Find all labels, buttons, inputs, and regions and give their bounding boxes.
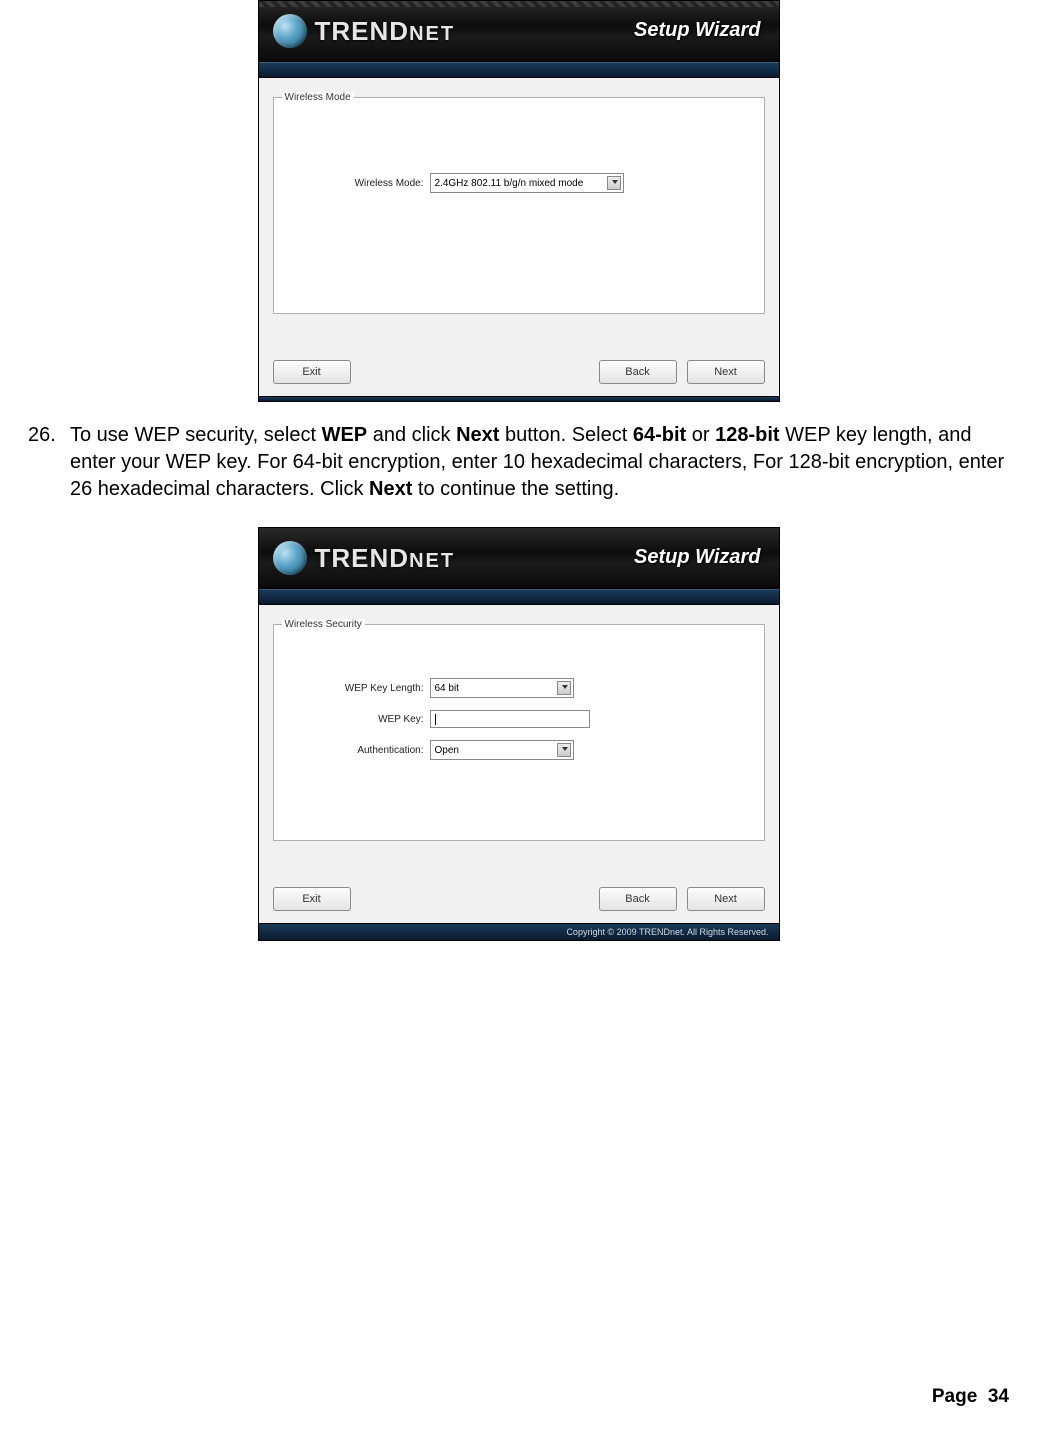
wizard-footer: Copyright © 2009 TRENDnet. All Rights Re… bbox=[259, 923, 779, 940]
exit-button-label: Exit bbox=[302, 893, 320, 905]
select-wireless-mode[interactable]: 2.4GHz 802.11 b/g/n mixed mode bbox=[430, 173, 624, 193]
row-authentication: Authentication: Open bbox=[314, 740, 764, 760]
brand-sub: NET bbox=[409, 550, 455, 572]
instruction-frag: or bbox=[686, 424, 715, 446]
brand-main: TREND bbox=[315, 16, 410, 46]
brand-text: TRENDNET bbox=[315, 543, 456, 574]
label-wep-key: WEP Key: bbox=[314, 714, 424, 725]
instruction-step-26: 26. To use WEP security, select WEP and … bbox=[28, 422, 1009, 503]
brand-main: TREND bbox=[315, 543, 410, 573]
wizard-wireless-mode: TRENDNET Setup Wizard Wireless Mode Wire… bbox=[258, 0, 780, 402]
label-wep-key-length: WEP Key Length: bbox=[314, 683, 424, 694]
wizard-title: Setup Wizard bbox=[634, 19, 761, 42]
instruction-bold-64bit: 64-bit bbox=[633, 424, 686, 446]
back-button-label: Back bbox=[625, 893, 649, 905]
back-button[interactable]: Back bbox=[599, 887, 677, 911]
header-decoration bbox=[259, 1, 779, 7]
wizard-button-bar: Exit Back Next bbox=[259, 352, 779, 396]
select-wep-key-length[interactable]: 64 bit bbox=[430, 678, 574, 698]
next-button-label: Next bbox=[714, 893, 737, 905]
select-authentication[interactable]: Open bbox=[430, 740, 574, 760]
exit-button[interactable]: Exit bbox=[273, 360, 351, 384]
wizard-body: Wireless Security WEP Key Length: 64 bit… bbox=[259, 605, 779, 879]
group-wireless-mode: Wireless Mode Wireless Mode: 2.4GHz 802.… bbox=[273, 92, 765, 314]
group-title: Wireless Mode bbox=[282, 92, 354, 103]
next-button[interactable]: Next bbox=[687, 887, 765, 911]
label-wireless-mode: Wireless Mode: bbox=[314, 178, 424, 189]
wizard-body: Wireless Mode Wireless Mode: 2.4GHz 802.… bbox=[259, 78, 779, 352]
row-wep-key-length: WEP Key Length: 64 bit bbox=[314, 678, 764, 698]
brand-sub: NET bbox=[409, 23, 455, 45]
wizard-title: Setup Wizard bbox=[634, 546, 761, 569]
brand-text: TRENDNET bbox=[315, 16, 456, 47]
instruction-frag: button. Select bbox=[499, 424, 632, 446]
next-button-label: Next bbox=[714, 366, 737, 378]
instruction-bold-next1: Next bbox=[456, 424, 499, 446]
exit-button-label: Exit bbox=[302, 366, 320, 378]
text-cursor-icon bbox=[435, 714, 436, 725]
group-title: Wireless Security bbox=[282, 619, 365, 630]
wizard-footer bbox=[259, 396, 779, 401]
exit-button[interactable]: Exit bbox=[273, 887, 351, 911]
wizard-button-bar: Exit Back Next bbox=[259, 879, 779, 923]
group-wireless-security: Wireless Security WEP Key Length: 64 bit… bbox=[273, 619, 765, 841]
input-wep-key[interactable] bbox=[430, 710, 590, 728]
brand-logo-icon bbox=[273, 541, 307, 575]
back-button[interactable]: Back bbox=[599, 360, 677, 384]
instruction-bold-wep: WEP bbox=[322, 424, 368, 446]
select-authentication-value: Open bbox=[435, 745, 459, 756]
copyright-text: Copyright © 2009 TRENDnet. All Rights Re… bbox=[566, 927, 768, 937]
brand-logo-icon bbox=[273, 14, 307, 48]
wizard-header: TRENDNET Setup Wizard bbox=[259, 1, 779, 62]
chevron-down-icon bbox=[562, 685, 568, 689]
page-number: 34 bbox=[988, 1386, 1009, 1407]
instruction-text: To use WEP security, select WEP and clic… bbox=[70, 422, 1009, 503]
back-button-label: Back bbox=[625, 366, 649, 378]
select-wep-key-length-value: 64 bit bbox=[435, 683, 459, 694]
instruction-bold-next2: Next bbox=[369, 478, 412, 500]
page-footer: Page 34 bbox=[932, 1386, 1009, 1408]
instruction-frag: To use WEP security, select bbox=[70, 424, 322, 446]
row-wep-key: WEP Key: bbox=[314, 710, 764, 728]
instruction-number: 26. bbox=[28, 422, 70, 503]
chevron-down-icon bbox=[612, 180, 618, 184]
header-divider bbox=[259, 62, 779, 78]
chevron-down-icon bbox=[562, 747, 568, 751]
page-label: Page bbox=[932, 1386, 977, 1407]
label-authentication: Authentication: bbox=[314, 745, 424, 756]
header-divider bbox=[259, 589, 779, 605]
select-wireless-mode-value: 2.4GHz 802.11 b/g/n mixed mode bbox=[435, 178, 584, 189]
instruction-bold-128bit: 128-bit bbox=[715, 424, 779, 446]
wizard-header: TRENDNET Setup Wizard bbox=[259, 528, 779, 589]
instruction-frag: and click bbox=[367, 424, 456, 446]
wizard-wireless-security: TRENDNET Setup Wizard Wireless Security … bbox=[258, 527, 780, 941]
instruction-frag: to continue the setting. bbox=[412, 478, 619, 500]
row-wireless-mode: Wireless Mode: 2.4GHz 802.11 b/g/n mixed… bbox=[314, 173, 764, 193]
next-button[interactable]: Next bbox=[687, 360, 765, 384]
